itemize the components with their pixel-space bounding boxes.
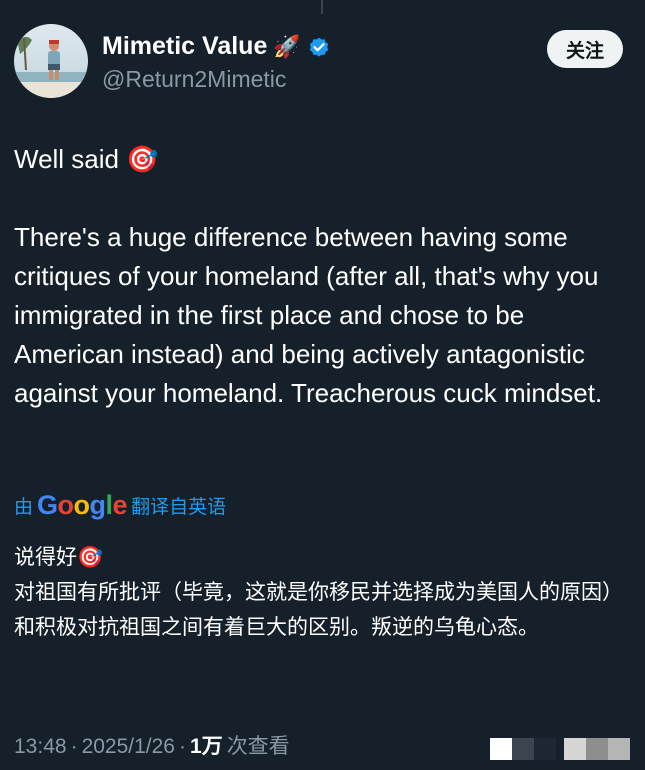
watermark-block: [586, 738, 608, 760]
author-display-name[interactable]: Mimetic Value: [102, 32, 267, 61]
meta-separator: ·: [179, 735, 186, 758]
meta-separator: ·: [70, 735, 78, 758]
top-divider-mark: [321, 0, 323, 14]
translated-text: 说得好🎯 对祖国有所批评（毕竟，这就是你移民并选择成为美国人的原因）和积极对抗祖…: [14, 545, 623, 639]
author-avatar[interactable]: [14, 24, 88, 98]
author-handle[interactable]: @Return2Mimetic: [102, 66, 286, 93]
tweet-text: Well said 🎯 There's a huge difference be…: [14, 144, 603, 408]
tweet-header: Mimetic Value 🚀 @Return2Mimetic 关注: [14, 24, 631, 104]
tweet-meta: 13:48 · 2025/1/26 · 1万 次查看: [14, 730, 290, 760]
avatar-man-on-beach-icon: [14, 24, 88, 98]
watermark-block: [564, 738, 586, 760]
translation-attribution[interactable]: 由 Google 翻译自英语: [14, 490, 226, 521]
watermark-block: [534, 738, 556, 760]
translation-prefix: 由: [14, 496, 34, 518]
watermark-block: [512, 738, 534, 760]
watermark-block: [608, 738, 630, 760]
views-count[interactable]: 1万: [190, 730, 223, 760]
views-label[interactable]: 次查看: [227, 730, 290, 760]
rocket-emoji-icon: 🚀: [273, 33, 301, 59]
tweet-time[interactable]: 13:48: [14, 735, 67, 759]
verified-badge-icon: [307, 35, 331, 59]
author-name-row: Mimetic Value 🚀: [102, 32, 331, 61]
tweet-date[interactable]: 2025/1/26: [82, 735, 175, 759]
watermark-block: [490, 738, 512, 760]
google-logo: Google: [37, 490, 128, 520]
translation-suffix: 翻译自英语: [131, 496, 227, 518]
follow-button[interactable]: 关注: [547, 30, 623, 68]
